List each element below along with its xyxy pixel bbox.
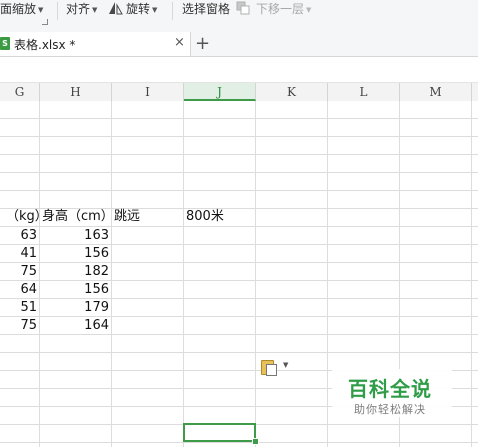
ribbon-separator — [57, 2, 58, 20]
dialog-launcher-icon[interactable] — [42, 19, 48, 25]
table-row-cell[interactable]: 75 — [0, 263, 37, 281]
chevron-down-icon: ▼ — [92, 6, 98, 14]
table-row-cell[interactable]: 156 — [40, 281, 109, 299]
table-row-cell[interactable]: 75 — [0, 317, 37, 335]
rotate-label: 旋转 — [126, 2, 151, 16]
column-header-j[interactable]: J — [184, 83, 256, 101]
document-tab-bar: S 表格.xlsx * × + — [0, 32, 478, 57]
table-row-cell[interactable]: 182 — [40, 263, 109, 281]
table-row-cell[interactable]: 63 — [0, 227, 37, 245]
cell-h-header[interactable]: 身高（cm） — [42, 208, 114, 226]
ribbon-separator — [172, 2, 173, 20]
table-row-cell[interactable]: 163 — [40, 227, 109, 245]
spreadsheet-file-icon: S — [0, 37, 10, 50]
column-header-l[interactable]: L — [328, 83, 400, 101]
column-header-h[interactable]: H — [40, 83, 112, 101]
watermark-subtitle: 助你轻松解决 — [354, 403, 426, 416]
selected-cell[interactable] — [183, 423, 256, 442]
formula-bar — [0, 57, 478, 83]
send-backward-icon — [236, 1, 253, 19]
table-row-cell[interactable]: 179 — [40, 299, 109, 317]
table-row-cell[interactable]: 51 — [0, 299, 37, 317]
send-backward-label: 下移一层 — [256, 2, 305, 16]
chevron-down-icon: ▼ — [152, 6, 158, 14]
document-tab[interactable]: S 表格.xlsx * × — [0, 32, 191, 56]
document-tab-title: 表格.xlsx * — [14, 38, 76, 52]
column-header-g[interactable]: G — [0, 83, 40, 101]
selection-pane-label: 选择窗格 — [182, 2, 231, 16]
table-row-cell[interactable]: 41 — [0, 245, 37, 263]
rotate-button[interactable]: 旋转 ▼ — [108, 1, 157, 17]
selection-pane-button[interactable]: 选择窗格 — [182, 1, 230, 17]
watermark-title: 百科全说 — [348, 377, 432, 401]
new-tab-button[interactable]: + — [195, 33, 210, 54]
chevron-down-icon: ▼ — [283, 361, 289, 369]
chevron-down-icon: ▼ — [306, 6, 312, 14]
cell-i-header[interactable]: 跳远 — [114, 208, 140, 226]
align-label: 对齐 — [66, 2, 91, 16]
page-zoom-button[interactable]: 面缩放 ▼ — [0, 1, 43, 17]
table-row-cell[interactable]: 164 — [40, 317, 109, 335]
chevron-down-icon: ▼ — [38, 6, 44, 14]
align-button[interactable]: 对齐 ▼ — [66, 1, 97, 17]
rotate-icon — [108, 1, 123, 19]
table-row-cell[interactable]: 64 — [0, 281, 37, 299]
fill-handle[interactable] — [252, 438, 259, 445]
send-backward-button[interactable]: 下移一层 ▼ — [236, 1, 311, 17]
column-header-i[interactable]: I — [112, 83, 184, 101]
ribbon-toolbar: 面缩放 ▼ 对齐 ▼ 旋转 ▼ 选择窗格 下移一层 ▼ — [0, 0, 478, 33]
column-header-k[interactable]: K — [256, 83, 328, 101]
column-header-m[interactable]: M — [400, 83, 472, 101]
cell-j-header[interactable]: 800米 — [186, 208, 224, 226]
column-header-row: G H I J K L M — [0, 83, 478, 102]
close-icon[interactable]: × — [174, 35, 185, 50]
table-row-cell[interactable]: 156 — [40, 245, 109, 263]
page-zoom-label: 面缩放 — [0, 2, 37, 16]
watermark-logo: 百科全说 助你轻松解决 — [332, 369, 452, 417]
